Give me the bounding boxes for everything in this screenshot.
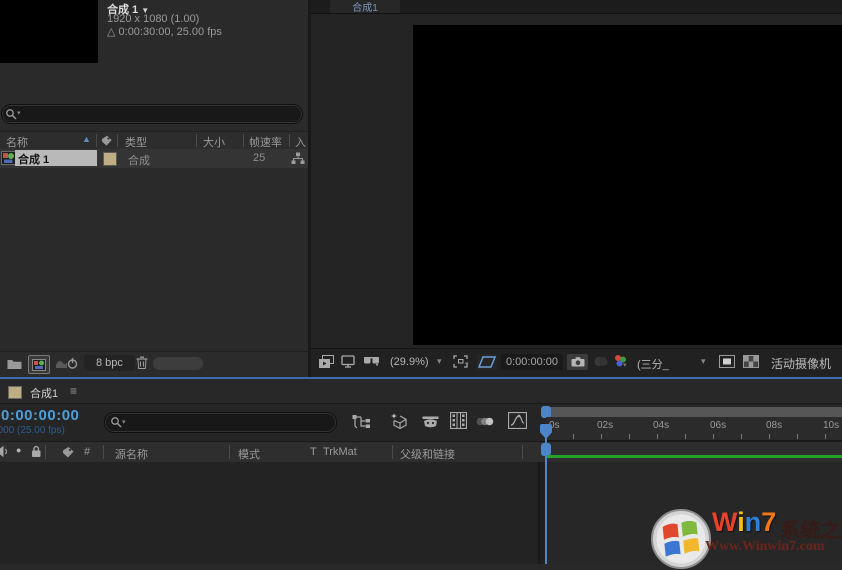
snapshot-camera-button[interactable] <box>567 354 588 370</box>
column-frame-rate[interactable]: 帧速率 <box>249 134 282 150</box>
channel-dropdown-icon[interactable]: ▾ <box>623 361 627 369</box>
comp-dimensions: 1920 x 1080 (1.00) <box>107 13 199 25</box>
project-row-comp1[interactable]: 合成 1 合成 25 <box>0 149 308 168</box>
timeline-layer-area[interactable] <box>0 462 538 564</box>
timeline-tab-row: 合成1 ≡ <box>0 379 842 404</box>
resolution-dropdown-icon[interactable]: ▾ <box>701 356 706 367</box>
project-list-header: 名称 ▲ 类型 大小 帧速率 入 <box>0 131 308 151</box>
playhead-line[interactable] <box>545 430 547 564</box>
transparency-grid-icon[interactable] <box>743 355 759 368</box>
active-camera-select[interactable]: 活动摄像机 <box>771 355 831 372</box>
cached-frames-bar <box>546 455 842 458</box>
ruler-ticks <box>546 434 842 439</box>
grid-dropdown-icon[interactable]: ▾ <box>465 360 469 368</box>
row-frame-rate: 25 <box>253 152 265 164</box>
composition-item-icon <box>1 151 16 165</box>
row-type: 合成 <box>128 152 150 168</box>
viewer-toolbar: ▾ (29.9%) ▾ ▾ 0:00:00:00 ▾ (三分_ ▾ 活动摄像机 <box>311 348 842 376</box>
timeline-search-input[interactable]: ▾ <box>104 412 337 433</box>
composition-flowchart-icon[interactable] <box>352 414 372 430</box>
proxy-toggle-icon[interactable] <box>55 356 79 371</box>
watermark-brand: Win7 <box>712 507 776 538</box>
frame-blending-icon[interactable] <box>450 412 467 429</box>
ruler-label-2: 04s <box>653 420 669 431</box>
column-source-name[interactable]: 源名称 <box>115 446 148 462</box>
region-of-interest-icon[interactable] <box>719 355 735 368</box>
stereo-3d-icon[interactable]: ▾ <box>363 356 382 368</box>
graph-editor-icon[interactable] <box>508 412 527 429</box>
mask-visibility-toggle[interactable] <box>477 354 497 370</box>
show-snapshot-icon[interactable] <box>594 356 608 367</box>
project-thumbnail <box>0 0 98 63</box>
project-search-input[interactable]: ▾ <box>1 104 303 124</box>
column-index[interactable]: # <box>84 446 90 458</box>
timeline-tab-label[interactable]: 合成1 <box>30 385 58 401</box>
motion-blur-icon[interactable] <box>476 415 495 428</box>
watermark-logo-icon <box>650 508 712 570</box>
column-in[interactable]: 入 <box>295 134 306 150</box>
timeline-search-dropdown-icon[interactable]: ▾ <box>122 418 126 426</box>
timeline-column-header: ● # 源名称 模式 T TrkMat 父级和链接 <box>0 441 842 463</box>
column-type[interactable]: 类型 <box>125 134 147 150</box>
timeline-frame-info: 0000 (25.00 fps) <box>0 425 65 436</box>
comp-duration: △ 0:00:30:00, 25.00 fps <box>107 25 222 38</box>
panel-menu-icon[interactable]: ≡ <box>70 384 77 398</box>
column-t[interactable]: T <box>310 446 317 458</box>
viewer-timecode-field[interactable]: 0:00:00:00 <box>501 354 563 370</box>
stereo-dropdown-icon[interactable]: ▾ <box>375 360 379 368</box>
timeline-timecode[interactable]: 0:00:00:00 <box>1 407 79 424</box>
sort-ascending-icon[interactable]: ▲ <box>82 134 91 144</box>
always-preview-icon[interactable] <box>318 355 335 369</box>
ruler-label-5: 10s <box>823 420 839 431</box>
resolution-select[interactable]: (三分_ <box>637 356 669 372</box>
composition-viewport[interactable] <box>413 25 842 345</box>
bit-depth-button[interactable]: 8 bpc <box>84 355 135 371</box>
parent-flowchart-icon <box>291 152 305 165</box>
primary-viewer-icon[interactable] <box>341 355 356 368</box>
ruler-label-4: 08s <box>766 420 782 431</box>
grid-guides-icon[interactable]: ▾ <box>453 355 470 368</box>
trash-icon[interactable] <box>136 356 148 370</box>
ruler-label-1: 02s <box>597 420 613 431</box>
label-column-header-icon[interactable] <box>62 446 75 459</box>
project-footer: 8 bpc <box>0 351 308 376</box>
footer-scrollbar[interactable] <box>153 357 203 370</box>
new-folder-icon[interactable] <box>7 358 22 370</box>
work-area-bar[interactable] <box>546 407 842 417</box>
time-ruler[interactable]: 0s 02s 04s 06s 08s 10s <box>546 417 842 441</box>
audio-column-icon[interactable] <box>0 445 10 458</box>
search-dropdown-icon[interactable]: ▾ <box>17 109 21 117</box>
new-composition-button[interactable] <box>28 355 50 374</box>
zoom-level-select[interactable]: (29.9%) <box>390 356 429 368</box>
draft-3d-icon[interactable] <box>388 412 408 430</box>
solo-column-icon[interactable]: ● <box>16 445 21 455</box>
row-label-swatch[interactable] <box>103 152 117 166</box>
viewer-tab-label: 合成1 <box>352 0 378 14</box>
ruler-label-3: 06s <box>710 420 726 431</box>
column-name[interactable]: 名称 <box>6 134 28 150</box>
column-size[interactable]: 大小 <box>203 134 225 150</box>
watermark: Win7 系统之家 Www.Winwin7.com <box>650 505 842 564</box>
lock-column-icon[interactable] <box>31 445 42 458</box>
timeline-comp-icon <box>8 386 22 399</box>
label-column-icon[interactable] <box>101 135 113 147</box>
shy-layers-icon[interactable] <box>422 416 439 428</box>
zoom-dropdown-icon[interactable]: ▾ <box>437 356 442 367</box>
column-trkmat[interactable]: TrkMat <box>323 446 357 458</box>
show-channel-icon[interactable]: ▾ <box>613 354 628 368</box>
row-name-selected[interactable]: 合成 1 <box>15 150 97 166</box>
column-parent-link[interactable]: 父级和链接 <box>400 446 455 462</box>
viewer-tab-comp1[interactable]: 合成1 <box>330 0 400 13</box>
column-mode[interactable]: 模式 <box>238 446 260 462</box>
watermark-url: Www.Winwin7.com <box>705 539 825 555</box>
